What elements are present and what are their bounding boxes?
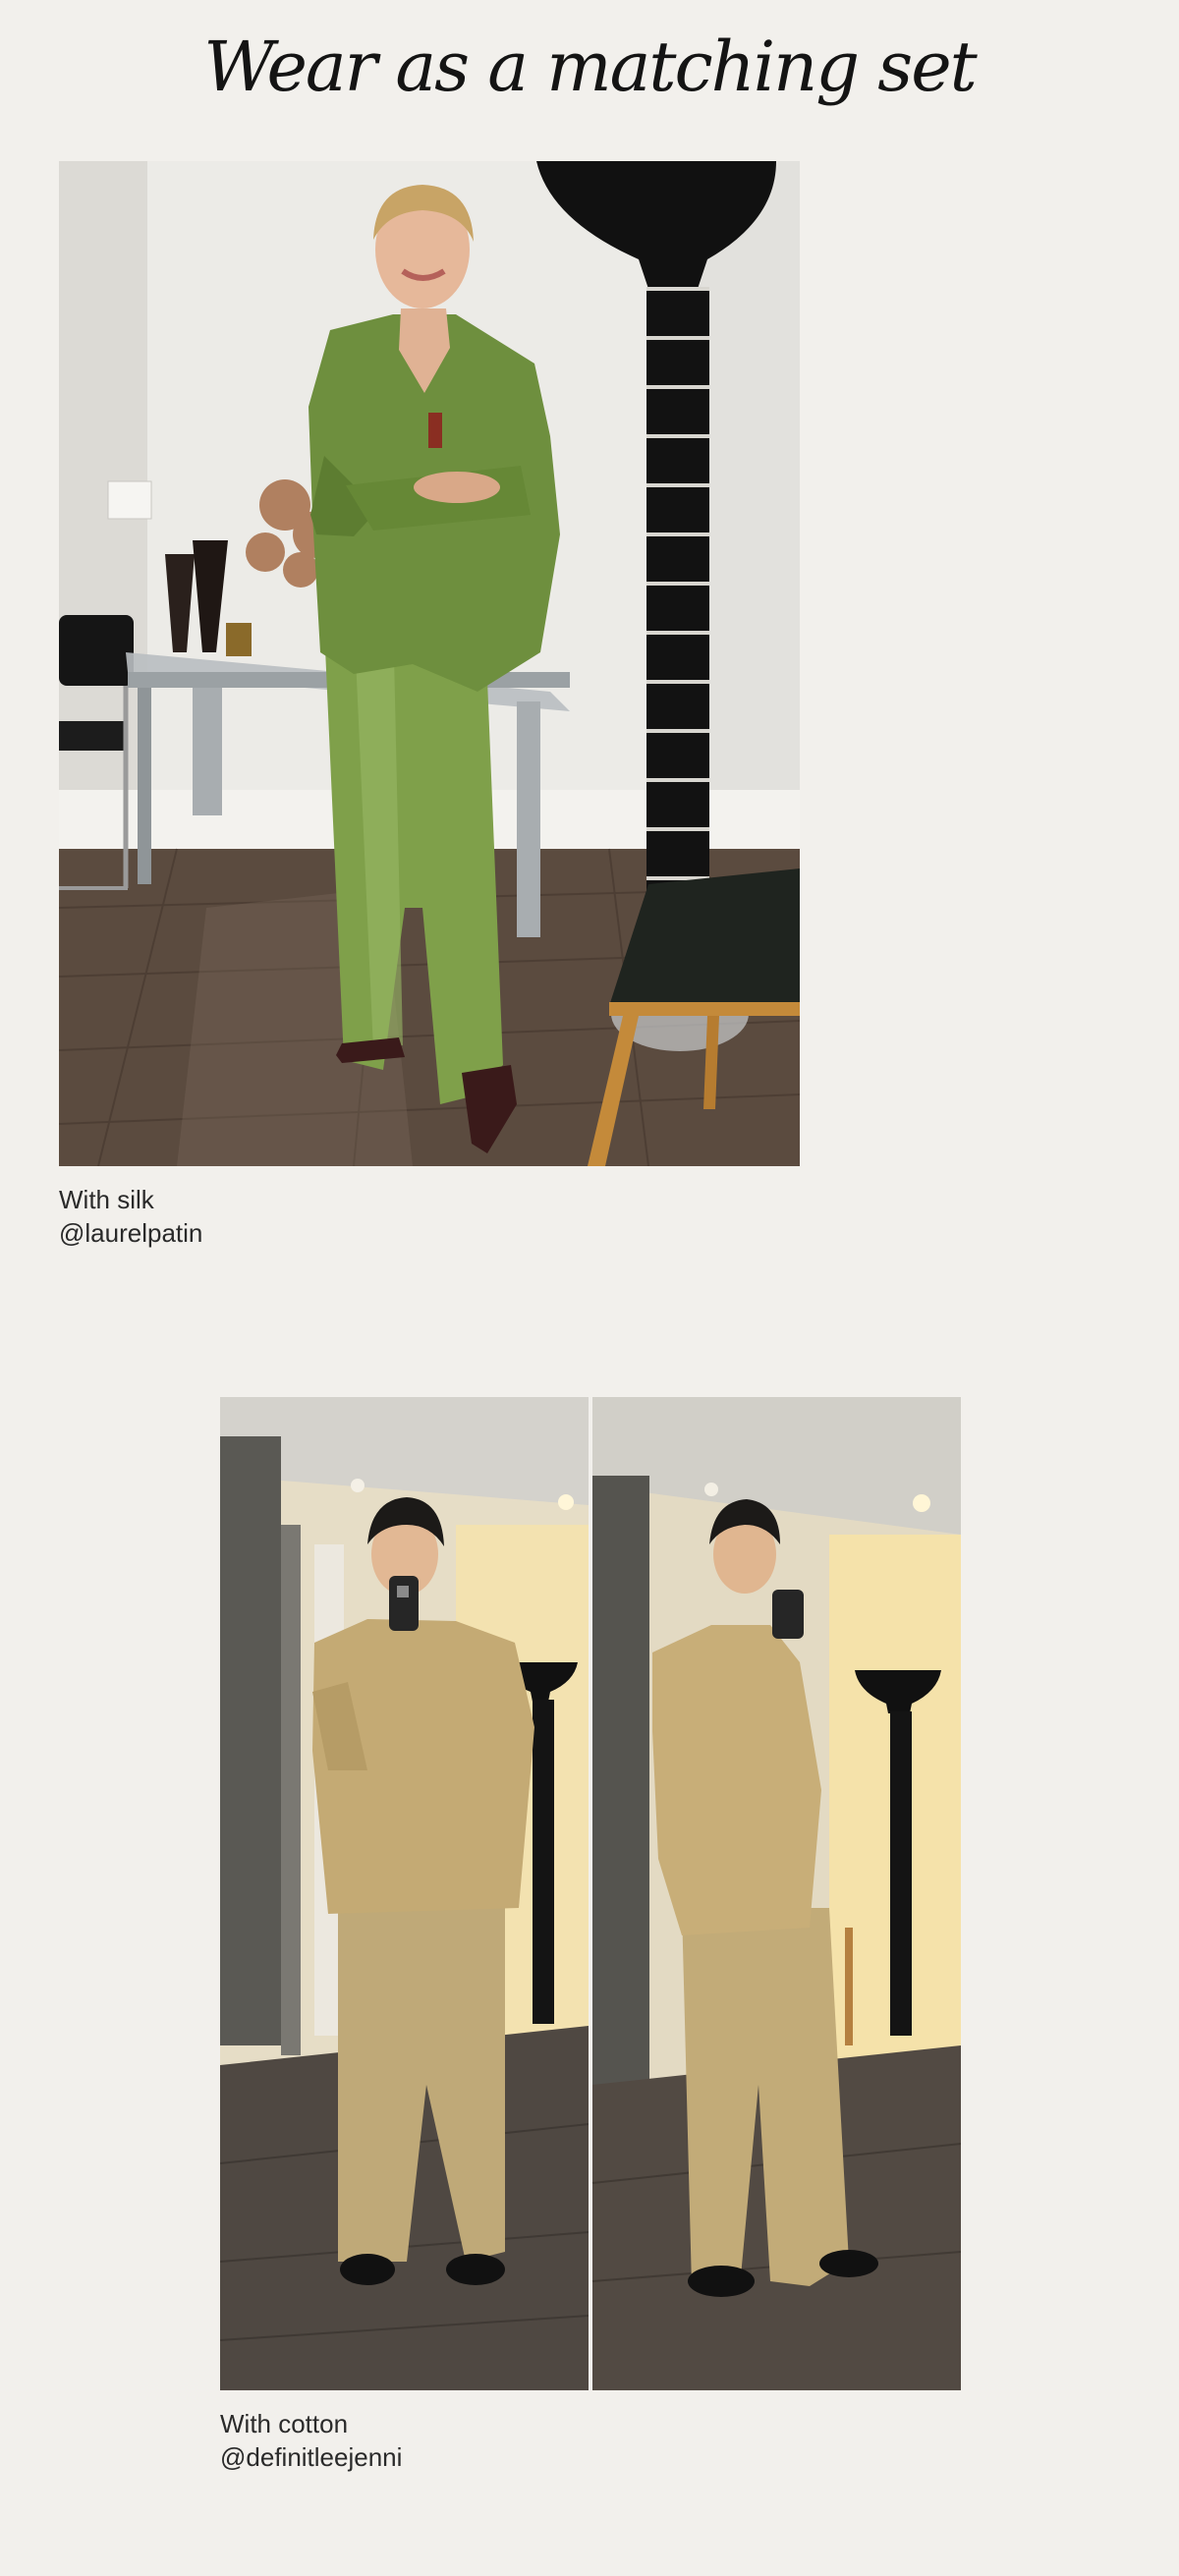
silk-look-label: With silk: [59, 1185, 154, 1214]
cotton-outfit-illustration: [220, 1397, 961, 2390]
cotton-look-label: With cotton: [220, 2409, 349, 2438]
cotton-look-handle[interactable]: @definitleejenni: [220, 2440, 402, 2474]
silk-outfit-illustration: [59, 161, 800, 1166]
page-title: Wear as a matching set: [203, 27, 978, 107]
silk-outfit-photo[interactable]: [59, 161, 800, 1166]
silk-look-caption: With silk @laurelpatin: [59, 1183, 202, 1250]
cotton-outfit-photo[interactable]: [220, 1397, 961, 2390]
silk-look-handle[interactable]: @laurelpatin: [59, 1216, 202, 1250]
cotton-look-caption: With cotton @definitleejenni: [220, 2407, 402, 2474]
